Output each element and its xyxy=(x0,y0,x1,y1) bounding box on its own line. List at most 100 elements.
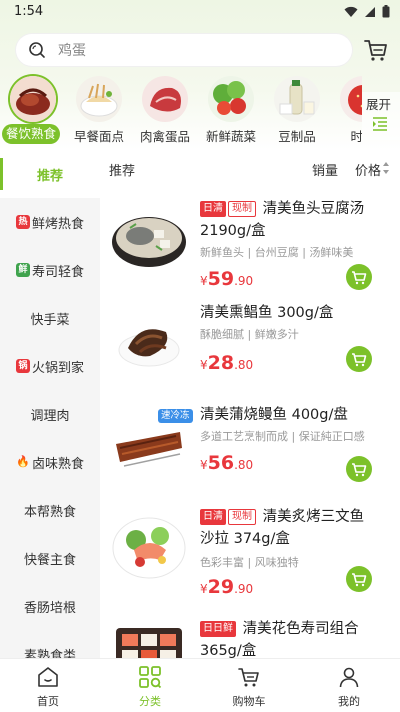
cart-icon xyxy=(352,463,367,477)
add-to-cart-button[interactable] xyxy=(346,346,372,372)
product-card[interactable]: 速冷冻 清美蒲烧鳗鱼 400g/盘 多道工艺烹制而成 | 保证純正口感 ¥56.… xyxy=(100,398,400,498)
product-image xyxy=(112,517,186,579)
price-integer: 29 xyxy=(207,576,235,598)
category-image xyxy=(76,76,122,122)
product-price: ¥56.80 xyxy=(200,452,253,474)
category-sidebar: 推荐 热鲜烤热食 鲜寿司轻食 快手菜 锅火锅到家 调理肉 🔥 卤味熟食 本帮熟食 … xyxy=(0,150,100,658)
product-title: 日日鲜 清美花色寿司组合365g/盒 xyxy=(200,618,378,658)
expand-label: 展开 xyxy=(366,97,392,112)
product-card[interactable]: 日清 现制 清美鱼头豆腐汤2190g/盒 新鲜鱼头 | 台州豆腐 | 汤鲜味美 ¥… xyxy=(100,192,400,292)
product-card[interactable]: 清美熏鲳鱼 300g/盒 酥脆细腻 | 鲜嫩多汁 ¥28.80 xyxy=(100,296,400,396)
product-name: 清美熏鲳鱼 300g/盒 xyxy=(200,305,334,321)
product-price: ¥59.90 xyxy=(200,268,253,290)
price-currency: ¥ xyxy=(200,358,208,372)
price-integer: 28 xyxy=(207,352,235,374)
sort-recommend[interactable]: 推荐 xyxy=(109,160,135,179)
category-label: 时令 xyxy=(350,129,362,144)
sidebar-item-fast-food[interactable]: 快餐主食 xyxy=(0,534,100,582)
nav-label: 我的 xyxy=(338,695,360,708)
add-to-cart-button[interactable] xyxy=(346,566,372,592)
nav-cart[interactable]: 购物车 xyxy=(219,663,279,711)
sidebar-item-braised[interactable]: 🔥 卤味熟食 xyxy=(0,438,100,486)
product-image xyxy=(112,217,186,267)
search-icon xyxy=(29,42,45,58)
search-placeholder: 鸡蛋 xyxy=(58,43,86,59)
price-integer: 59 xyxy=(207,268,235,290)
sidebar-item-label: 卤味熟食 xyxy=(31,456,84,472)
product-description: 新鲜鱼头 | 台州豆腐 | 汤鲜味美 xyxy=(200,246,354,259)
product-description: 多道工艺烹制而成 | 保证純正口感 xyxy=(200,430,365,443)
tag-fresh-made: 现制 xyxy=(228,509,256,525)
nav-label: 购物车 xyxy=(232,695,266,708)
category-item-vegetables[interactable]: 新鲜蔬菜 xyxy=(198,74,264,146)
sidebar-item-hotpot[interactable]: 锅火锅到家 xyxy=(0,342,100,390)
sidebar-item-label: 推荐 xyxy=(36,168,63,184)
price-currency: ¥ xyxy=(200,274,208,288)
product-description: 酥脆细腻 | 鲜嫩多汁 xyxy=(200,328,299,341)
price-decimal: .90 xyxy=(234,582,254,596)
sidebar-item-label: 快手菜 xyxy=(30,312,70,328)
expand-categories-button[interactable]: 展开 xyxy=(362,92,400,140)
fresh-badge-icon: 鲜 xyxy=(15,263,30,277)
sidebar-item-sushi[interactable]: 鲜寿司轻食 xyxy=(0,246,100,294)
cart-icon xyxy=(352,271,367,285)
sidebar-item-label: 本帮熟食 xyxy=(23,504,76,520)
sidebar-item-grilled[interactable]: 热鲜烤热食 xyxy=(0,198,100,246)
search-input[interactable]: 鸡蛋 xyxy=(16,34,352,66)
sidebar-item-label: 素熟食类 xyxy=(23,648,76,659)
tag-daily-fresh: 日日鲜 xyxy=(200,621,236,637)
nav-category[interactable]: 分类 xyxy=(120,663,180,711)
category-label: 豆制品 xyxy=(278,129,316,144)
cart-icon[interactable] xyxy=(362,36,390,64)
sidebar-item-marinated-meat[interactable]: 调理肉 xyxy=(0,390,100,438)
sidebar-item-label: 快餐主食 xyxy=(23,552,76,568)
product-title: 清美蒲烧鳗鱼 400g/盘 xyxy=(200,404,378,426)
sidebar-item-quick-dishes[interactable]: 快手菜 xyxy=(0,294,100,342)
add-to-cart-button[interactable] xyxy=(346,456,372,482)
sidebar-item-label: 香肠培根 xyxy=(23,600,76,616)
tag-daily: 日清 xyxy=(200,201,226,217)
category-image xyxy=(142,76,188,122)
add-to-cart-button[interactable] xyxy=(346,264,372,290)
product-price: ¥28.80 xyxy=(200,352,253,374)
product-title: 日清 现制 清美炙烤三文鱼沙拉 374g/盒 xyxy=(200,506,378,550)
category-item-breakfast[interactable]: 早餐面点 xyxy=(66,74,132,146)
cart-icon xyxy=(352,353,367,367)
category-image xyxy=(10,76,56,122)
sidebar-item-label: 火锅到家 xyxy=(31,360,84,376)
hotpot-badge-icon: 锅 xyxy=(15,359,30,373)
price-decimal: .80 xyxy=(234,358,254,372)
bottom-navigation: 首页 分类 购物车 我的 xyxy=(0,658,400,712)
product-card[interactable]: 日日鲜 清美花色寿司组合365g/盒 xyxy=(100,612,400,658)
sidebar-item-vegetarian[interactable]: 素熟食类 xyxy=(0,630,100,659)
sidebar-item-recommend[interactable]: 推荐 xyxy=(0,150,100,198)
sort-sales[interactable]: 销量 xyxy=(312,160,338,179)
product-title: 清美熏鲳鱼 300g/盒 xyxy=(200,302,378,324)
nav-home[interactable]: 首页 xyxy=(18,663,78,711)
category-item-soy[interactable]: 豆制品 xyxy=(264,74,330,146)
status-time: 1:54 xyxy=(14,4,44,19)
category-label: 新鲜蔬菜 xyxy=(205,129,256,144)
sort-bar: 推荐 销量 价格 xyxy=(100,150,400,186)
wifi-icon xyxy=(344,6,358,17)
price-currency: ¥ xyxy=(200,582,208,596)
sort-price[interactable]: 价格 xyxy=(355,160,381,179)
sidebar-item-label: 鲜烤热食 xyxy=(31,216,84,232)
category-item-seasonal[interactable]: 时令 xyxy=(330,74,362,146)
category-item-deli[interactable]: 餐饮熟食 xyxy=(0,74,66,146)
fire-icon: 🔥 xyxy=(16,455,30,468)
sidebar-item-sausage[interactable]: 香肠培根 xyxy=(0,582,100,630)
sidebar-item-local-deli[interactable]: 本帮熟食 xyxy=(0,486,100,534)
product-image xyxy=(116,628,182,658)
category-item-meat[interactable]: 肉禽蛋品 xyxy=(132,74,198,146)
sidebar-item-label: 调理肉 xyxy=(30,408,70,424)
frozen-tag: 速冷冻 xyxy=(158,409,193,423)
product-price: ¥29.90 xyxy=(200,576,253,598)
nav-profile[interactable]: 我的 xyxy=(319,663,379,711)
user-icon xyxy=(339,667,359,688)
category-label: 早餐面点 xyxy=(73,129,124,144)
product-card[interactable]: 日清 现制 清美炙烤三文鱼沙拉 374g/盒 色彩丰富 | 风味独特 ¥29.90 xyxy=(100,500,400,600)
cart-icon xyxy=(352,573,367,587)
battery-icon xyxy=(382,5,390,18)
cart-icon xyxy=(238,668,259,687)
